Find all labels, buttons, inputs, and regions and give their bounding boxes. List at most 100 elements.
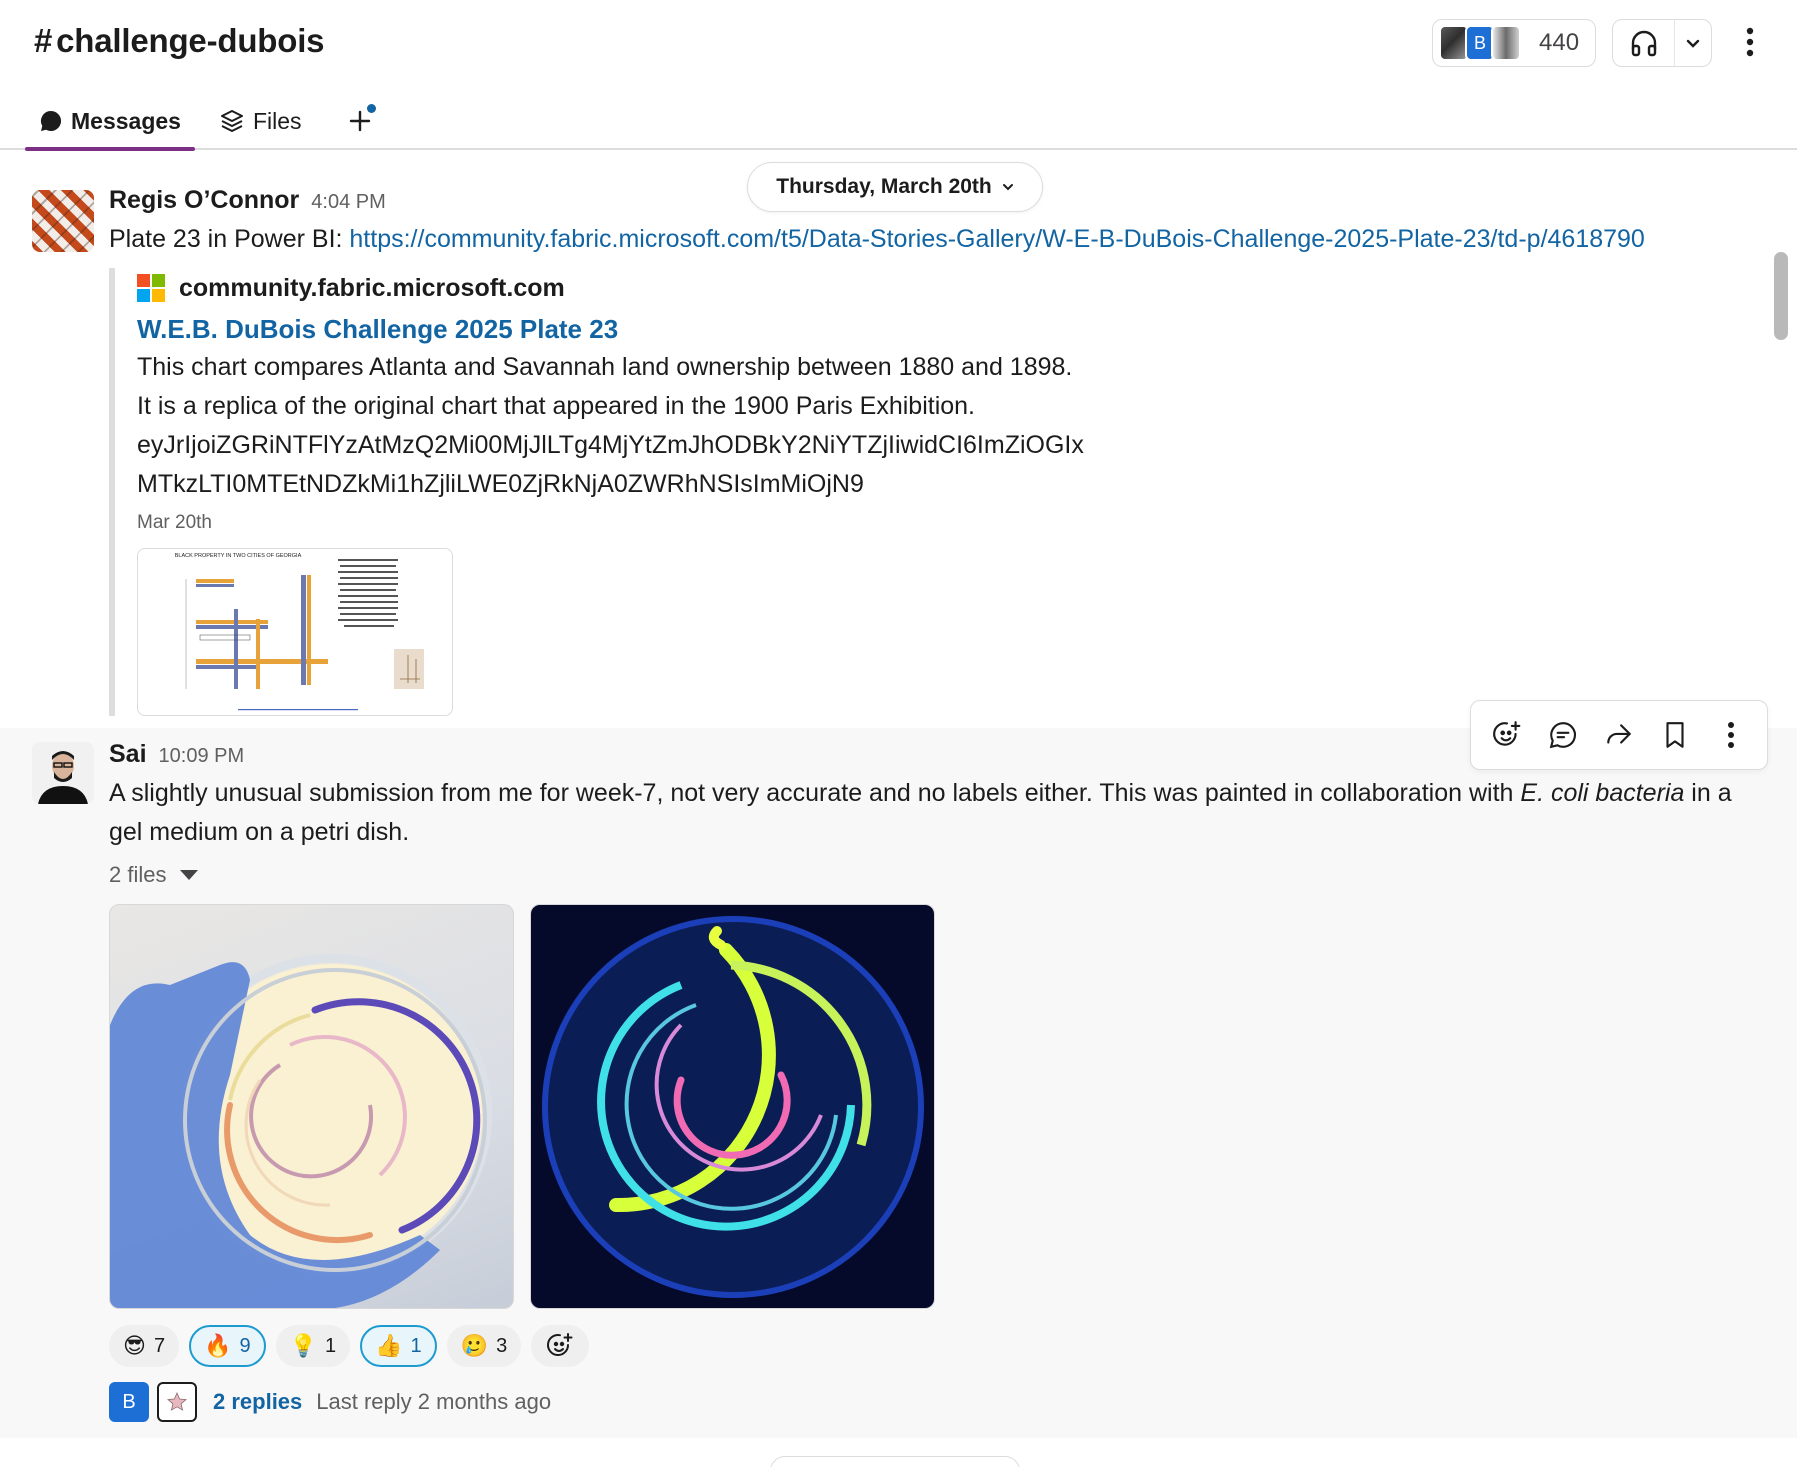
- unfurl-title[interactable]: W.E.B. DuBois Challenge 2025 Plate 23: [137, 310, 1409, 348]
- message-header: Sai 10:09 PM: [109, 740, 244, 769]
- reaction-count: 3: [496, 1334, 508, 1357]
- plus-icon: [349, 110, 370, 132]
- reaction-count: 9: [239, 1334, 251, 1357]
- headphones-icon: [1631, 30, 1656, 57]
- unfurl-site-name: community.fabric.microsoft.com: [179, 273, 565, 302]
- add-tab-button[interactable]: [340, 92, 380, 150]
- sunglasses-emoji-icon: 😎: [123, 1333, 146, 1359]
- kebab-menu-icon: [1728, 722, 1734, 748]
- save-action[interactable]: [1651, 711, 1699, 759]
- channel-header: # challenge-dubois B 440 Messages Files: [0, 0, 1797, 151]
- files-count-label: 2 files: [109, 862, 167, 887]
- forward-arrow-icon: [1607, 724, 1631, 744]
- tab-label: Files: [252, 107, 302, 134]
- avatar[interactable]: [32, 742, 94, 804]
- add-emoji-icon: [1493, 721, 1521, 746]
- avatar-image: [32, 742, 94, 804]
- more-actions[interactable]: [1707, 711, 1755, 759]
- layers-icon: [219, 108, 245, 134]
- message-text-italic: E. coli bacteria: [1520, 779, 1685, 807]
- share-action[interactable]: [1595, 711, 1643, 759]
- tab-messages[interactable]: Messages: [25, 92, 195, 151]
- chat-bubble-icon: [39, 109, 63, 133]
- unfurl-site: community.fabric.microsoft.com: [137, 270, 1409, 306]
- replies-link[interactable]: 2 replies: [213, 1389, 302, 1415]
- unfurl-desc-line: MTkzLTI0MTEtNDZkMi1hZjliLWE0ZjRkNjA0ZWRh…: [137, 470, 864, 498]
- reaction-face[interactable]: 🥲 3: [446, 1325, 522, 1367]
- link-unfurl: community.fabric.microsoft.com W.E.B. Du…: [109, 268, 1409, 716]
- chevron-down-icon: [1686, 39, 1700, 48]
- author-name[interactable]: Sai: [109, 740, 147, 769]
- microsoft-logo-icon: [137, 274, 165, 302]
- bookmark-icon: [1666, 722, 1684, 748]
- notification-dot: [366, 104, 376, 113]
- unfurl-desc-line: It is a replica of the original chart th…: [137, 392, 976, 420]
- chart-thumbnail-image: BLACK PROPERTY IN TWO CITIES OF GEORGIA: [175, 553, 424, 711]
- channel-hash: #: [34, 22, 53, 59]
- scrollbar-thumb[interactable]: [1774, 252, 1788, 340]
- face-emoji-icon: 🥲: [460, 1333, 489, 1359]
- reply-avatar: B: [109, 1382, 149, 1422]
- unfurl-desc-line: This chart compares Atlanta and Savannah…: [137, 353, 1073, 381]
- reply-avatar: [157, 1382, 197, 1422]
- unfurl-description: This chart compares Atlanta and Savannah…: [137, 348, 1417, 504]
- avatar[interactable]: [32, 190, 94, 252]
- next-date-divider[interactable]: [770, 1456, 1020, 1467]
- reply-in-thread-action[interactable]: [1539, 711, 1587, 759]
- unfurl-date: Mar 20th: [137, 512, 212, 533]
- huddle-control: [1612, 19, 1712, 67]
- channel-name: challenge-dubois: [56, 22, 325, 59]
- fire-emoji-icon: 🔥: [204, 1333, 232, 1359]
- unfurl-desc-line: eyJrIjoiZGRiNTFlYzAtMzQ2Mi00MjJlLTg4MjYt…: [137, 431, 1084, 459]
- date-divider[interactable]: Thursday, March 20th: [747, 162, 1043, 212]
- reactions-bar: 😎 7 🔥 9 💡 1 👍 1 🥲 3: [109, 1325, 599, 1367]
- add-reaction-button[interactable]: [531, 1325, 590, 1367]
- message-link[interactable]: https://community.fabric.microsoft.com/t…: [349, 225, 1644, 253]
- channel-title[interactable]: # challenge-dubois: [34, 22, 325, 60]
- message-actions-toolbar: [1470, 700, 1768, 770]
- reaction-thumbsup[interactable]: 👍 1: [360, 1325, 437, 1367]
- channel-tabs: Messages Files: [25, 92, 380, 151]
- add-reaction-action[interactable]: [1483, 711, 1531, 759]
- petri-dish-uv-photo: [542, 916, 924, 1298]
- image-attachment[interactable]: [109, 904, 514, 1309]
- lightbulb-emoji-icon: 💡: [289, 1333, 317, 1359]
- reaction-bulb[interactable]: 💡 1: [275, 1325, 351, 1367]
- huddle-button[interactable]: [1613, 20, 1675, 66]
- message-text-prefix: Plate 23 in Power BI:: [109, 225, 350, 253]
- reaction-count: 7: [153, 1334, 166, 1357]
- unfurl-thumbnail[interactable]: BLACK PROPERTY IN TWO CITIES OF GEORGIA: [137, 548, 453, 716]
- channel-more-button[interactable]: [1736, 22, 1764, 62]
- timestamp[interactable]: 4:04 PM: [311, 191, 385, 214]
- thread-summary[interactable]: B 2 replies Last reply 2 months ago: [109, 1382, 551, 1422]
- last-reply-time: Last reply 2 months ago: [316, 1389, 552, 1414]
- date-label: Thursday, March 20th: [776, 175, 992, 198]
- petri-dish-photo: [110, 962, 487, 1308]
- member-count: 440: [1539, 29, 1580, 56]
- member-avatar: [1491, 25, 1521, 61]
- message: Sai 10:09 PM A slightly unusual submissi…: [0, 728, 1797, 1438]
- author-name[interactable]: Regis O’Connor: [109, 186, 299, 215]
- message-header: Regis O’Connor 4:04 PM: [109, 186, 386, 215]
- chevron-down-icon: [1002, 181, 1014, 193]
- thread-bubble-icon: [1549, 722, 1577, 749]
- star-icon: [167, 1391, 187, 1411]
- image-attachment[interactable]: [530, 904, 935, 1309]
- thumbs-up-emoji-icon: 👍: [375, 1333, 403, 1359]
- kebab-menu-icon: [1746, 27, 1754, 57]
- reaction-sunglasses[interactable]: 😎 7: [109, 1325, 180, 1367]
- thumbnail-title: BLACK PROPERTY IN TWO CITIES OF GEORGIA: [175, 553, 302, 559]
- caret-down-icon: [180, 870, 199, 880]
- reaction-fire[interactable]: 🔥 9: [189, 1325, 266, 1367]
- members-button[interactable]: B 440: [1432, 19, 1596, 67]
- tab-label: Messages: [71, 107, 181, 134]
- message-text: Plate 23 in Power BI: https://community.…: [109, 220, 1645, 259]
- message-text-part: A slightly unusual submission from me fo…: [109, 779, 1521, 807]
- reaction-count: 1: [325, 1334, 337, 1357]
- huddle-menu-button[interactable]: [1675, 34, 1711, 52]
- timestamp[interactable]: 10:09 PM: [159, 745, 245, 768]
- files-toggle[interactable]: 2 files: [109, 862, 199, 888]
- add-emoji-icon: [547, 1333, 573, 1356]
- tab-files[interactable]: Files: [205, 92, 316, 150]
- reaction-count: 1: [410, 1334, 422, 1357]
